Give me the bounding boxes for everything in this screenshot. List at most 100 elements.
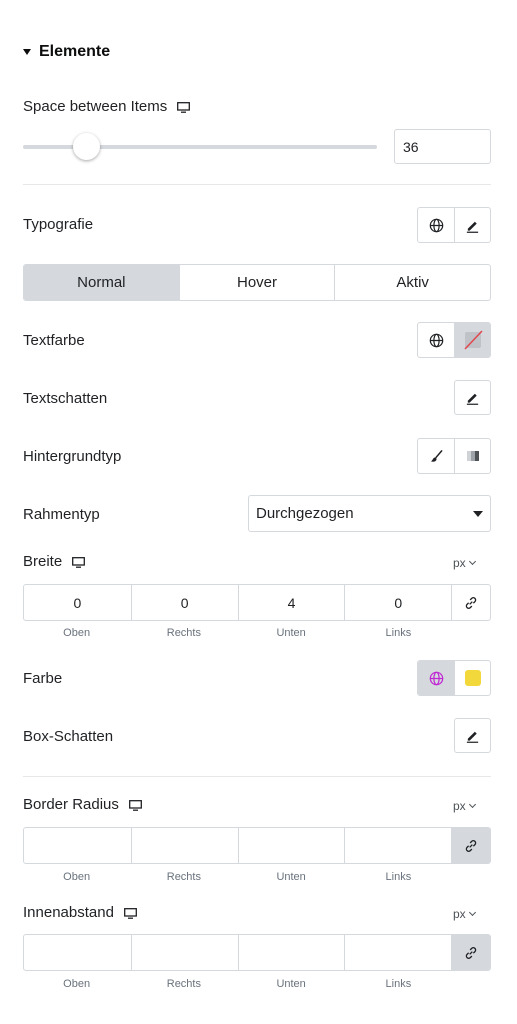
- section-title: Elemente: [39, 43, 111, 60]
- border-radius-left-input[interactable]: [344, 828, 451, 863]
- side-label: Unten: [276, 871, 306, 883]
- side-label: Links: [385, 627, 412, 639]
- globe-button[interactable]: [418, 323, 454, 357]
- side-label: Rechts: [166, 871, 201, 883]
- globe-icon: [429, 671, 443, 685]
- caret-down-icon: [473, 510, 483, 517]
- side-label: Oben: [63, 978, 91, 990]
- color-swatch: [464, 670, 481, 686]
- monitor-icon[interactable]: [72, 556, 86, 568]
- breite-dimensions: 0 0 4 0: [23, 584, 491, 621]
- link-values-button[interactable]: [451, 828, 490, 863]
- brush-icon: [430, 449, 442, 462]
- farbe-label: Farbe: [23, 670, 63, 687]
- breite-unit-select[interactable]: px: [453, 556, 476, 570]
- breite-left-input[interactable]: 0: [344, 585, 451, 620]
- innenabstand-right-input[interactable]: [130, 935, 238, 970]
- globe-button[interactable]: [418, 208, 454, 242]
- side-label: Oben: [63, 871, 91, 883]
- breite-side-labels: Oben Rechts Unten Links: [23, 627, 452, 639]
- innenabstand-unit-select[interactable]: px: [453, 907, 476, 921]
- global-color-button[interactable]: [418, 661, 454, 695]
- breite-label: Breite: [23, 553, 63, 570]
- monitor-icon[interactable]: [128, 799, 142, 811]
- tab-aktiv[interactable]: Aktiv: [334, 265, 490, 300]
- side-label: Links: [385, 871, 412, 883]
- farbe-controls: [417, 660, 491, 696]
- side-label: Oben: [63, 627, 91, 639]
- side-label: Unten: [276, 627, 306, 639]
- breite-top-input[interactable]: 0: [24, 585, 131, 620]
- box-schatten-edit-button[interactable]: [454, 718, 491, 753]
- textschatten-edit-button[interactable]: [454, 380, 491, 415]
- globe-icon: [429, 333, 443, 347]
- space-between-input[interactable]: 36: [394, 129, 491, 164]
- hintergrundtyp-controls: [417, 438, 491, 474]
- unit-label: px: [453, 799, 466, 813]
- breite-bottom-input[interactable]: 4: [237, 585, 345, 620]
- border-radius-top-input[interactable]: [24, 828, 131, 863]
- edit-button[interactable]: [454, 208, 490, 242]
- state-tabs: Normal Hover Aktiv: [23, 264, 491, 301]
- tab-hover[interactable]: Hover: [178, 265, 335, 300]
- rahmentyp-label: Rahmentyp: [23, 506, 100, 523]
- border-radius-side-labels: Oben Rechts Unten Links: [23, 871, 452, 883]
- typografie-controls: [417, 207, 491, 243]
- side-label: Unten: [276, 978, 306, 990]
- space-between-slider-thumb[interactable]: [73, 133, 101, 160]
- divider: [23, 184, 491, 185]
- pencil-icon: [466, 221, 479, 233]
- color-swatch-button[interactable]: [454, 661, 490, 695]
- innenabstand-bottom-input[interactable]: [237, 935, 345, 970]
- side-label: Links: [385, 978, 412, 990]
- caret-down-icon: [23, 49, 31, 55]
- border-radius-bottom-input[interactable]: [237, 828, 345, 863]
- rahmentyp-select[interactable]: Durchgezogen: [248, 495, 491, 532]
- innenabstand-label: Innenabstand: [23, 904, 114, 921]
- side-label: Rechts: [166, 627, 201, 639]
- color-swatch-button[interactable]: [454, 323, 490, 357]
- space-between-label: Space between Items: [23, 98, 168, 115]
- hintergrundtyp-label: Hintergrundtyp: [23, 448, 122, 465]
- monitor-icon[interactable]: [123, 907, 137, 919]
- link-icon: [465, 946, 477, 959]
- innenabstand-label-row: Innenabstand: [23, 904, 137, 921]
- monitor-icon[interactable]: [177, 101, 191, 113]
- gradient-icon: [466, 451, 479, 461]
- divider: [23, 776, 491, 777]
- innenabstand-top-input[interactable]: [24, 935, 131, 970]
- border-radius-unit-select[interactable]: px: [453, 799, 476, 813]
- box-schatten-label: Box-Schatten: [23, 728, 114, 745]
- link-icon: [465, 839, 477, 852]
- chevron-down-icon: [468, 557, 476, 566]
- border-radius-right-input[interactable]: [130, 828, 238, 863]
- textschatten-label: Textschatten: [23, 390, 108, 407]
- pencil-icon: [466, 393, 479, 405]
- chevron-down-icon: [468, 908, 476, 917]
- typografie-label: Typografie: [23, 216, 94, 233]
- innenabstand-dimensions: [23, 934, 491, 971]
- breite-right-input[interactable]: 0: [130, 585, 238, 620]
- textfarbe-controls: [417, 322, 491, 358]
- pencil-icon: [466, 731, 479, 743]
- classic-background-button[interactable]: [418, 439, 454, 473]
- gradient-background-button[interactable]: [454, 439, 490, 473]
- border-radius-label-row: Border Radius: [23, 796, 142, 813]
- border-radius-label: Border Radius: [23, 796, 119, 813]
- side-label: Rechts: [166, 978, 201, 990]
- link-values-button[interactable]: [451, 585, 490, 620]
- breite-label-row: Breite: [23, 553, 86, 570]
- link-values-button[interactable]: [451, 935, 490, 970]
- unit-label: px: [453, 556, 466, 570]
- tab-normal[interactable]: Normal: [24, 265, 179, 300]
- rahmentyp-selected: Durchgezogen: [256, 505, 354, 522]
- link-icon: [465, 596, 477, 609]
- textfarbe-label: Textfarbe: [23, 332, 85, 349]
- space-between-label-row: Space between Items: [23, 98, 191, 115]
- innenabstand-side-labels: Oben Rechts Unten Links: [23, 978, 452, 990]
- innenabstand-left-input[interactable]: [344, 935, 451, 970]
- border-radius-dimensions: [23, 827, 491, 864]
- unit-label: px: [453, 907, 466, 921]
- chevron-down-icon: [468, 800, 476, 809]
- section-header[interactable]: Elemente: [23, 43, 110, 61]
